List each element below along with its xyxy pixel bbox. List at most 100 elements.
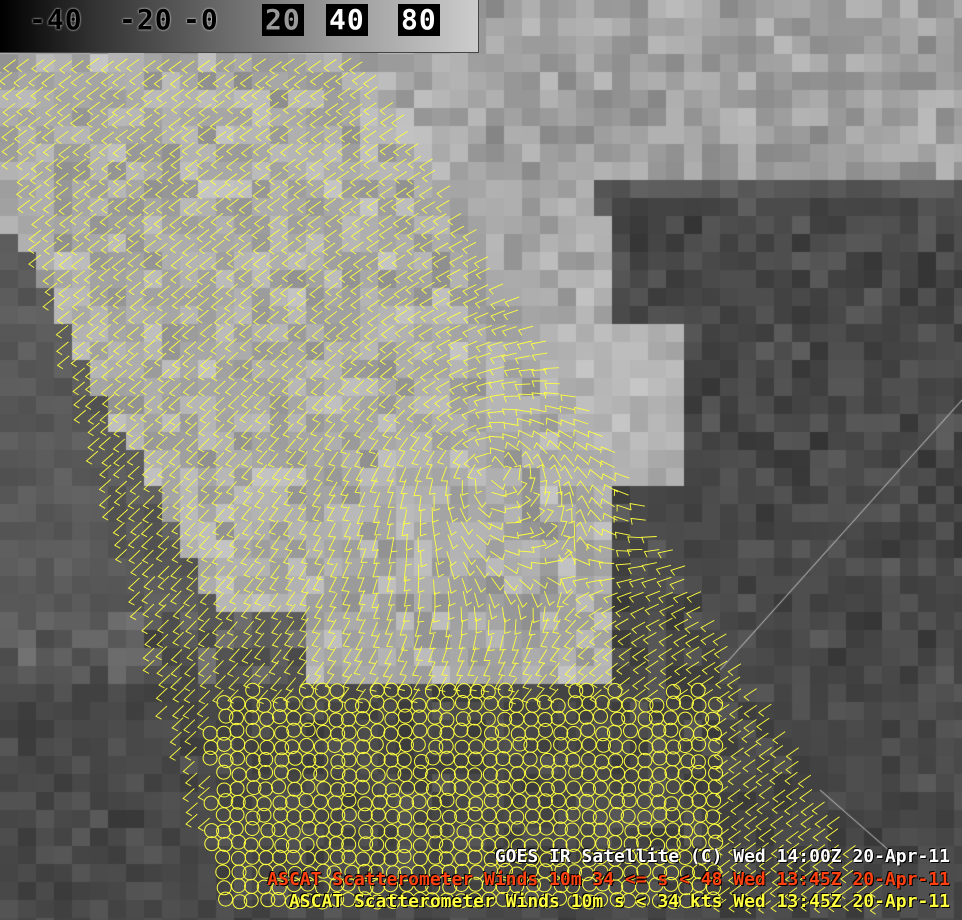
calm-circle-icon <box>383 682 399 698</box>
calm-circle-icon <box>580 822 596 838</box>
calm-circle-icon <box>231 834 246 850</box>
calm-circle-icon <box>564 709 580 725</box>
calm-circle-icon <box>610 766 626 781</box>
calm-circle-icon <box>481 807 497 823</box>
calm-circle-icon <box>386 740 402 756</box>
calm-circle-icon <box>384 711 400 727</box>
calm-circle-icon <box>482 766 498 782</box>
calm-circle-icon <box>244 710 260 725</box>
calm-circle-icon <box>680 780 696 796</box>
calm-circle-icon <box>386 793 402 809</box>
calm-circle-icon <box>370 807 386 823</box>
calm-circle-icon <box>397 767 413 783</box>
calm-circle-icon <box>412 851 428 867</box>
calm-circle-icon <box>411 794 427 810</box>
calm-circle-icon <box>396 849 412 864</box>
calm-circle-icon <box>412 723 428 738</box>
calm-circle-icon <box>298 793 314 808</box>
calm-circle-icon <box>329 683 345 699</box>
calm-circle-icon <box>314 808 330 824</box>
calm-circle-icon <box>413 810 428 826</box>
calm-circle-icon <box>691 736 707 752</box>
colorbar-label-80: 80 <box>398 4 440 36</box>
calm-circle-icon <box>581 766 597 781</box>
calm-circle-icon <box>467 767 483 783</box>
calm-circle-icon <box>454 739 470 755</box>
calm-circle-icon <box>355 851 371 867</box>
calm-circle-icon <box>439 725 455 741</box>
calm-circle-icon <box>355 767 371 783</box>
calm-circle-icon <box>341 837 357 852</box>
calm-circle-icon <box>638 726 653 742</box>
calm-circle-icon <box>480 711 496 727</box>
calm-circle-icon <box>553 752 568 768</box>
calm-circle-icon <box>665 807 681 823</box>
calm-circle-icon <box>243 739 259 754</box>
calm-circle-icon <box>608 821 624 837</box>
calm-circle-icon <box>708 779 723 795</box>
calm-circle-icon <box>482 752 498 768</box>
calm-circle-icon <box>638 740 654 756</box>
calm-circle-icon <box>439 712 455 728</box>
calm-circle-icon <box>579 682 595 698</box>
calm-circle-icon <box>497 682 513 698</box>
calm-circle-icon <box>313 794 328 810</box>
calm-circle-icon <box>301 695 317 711</box>
calm-circle-icon <box>593 708 608 724</box>
calm-circle-icon <box>662 710 678 726</box>
calm-circle-icon <box>412 838 428 853</box>
calm-circle-icon <box>705 711 721 727</box>
calm-circle-icon <box>286 768 302 784</box>
calm-circle-icon <box>203 795 219 811</box>
calm-circle-icon <box>370 752 386 768</box>
calm-circle-icon <box>299 737 315 753</box>
calm-circle-icon <box>258 850 274 866</box>
calm-circle-icon <box>216 736 232 752</box>
calm-circle-icon <box>244 821 260 836</box>
calm-circle-icon <box>300 851 316 867</box>
satellite-caption: GOES IR Satellite (C) Wed 14:00Z 20-Apr-… <box>494 846 950 867</box>
calm-circle-icon <box>287 781 303 797</box>
wind-barb-icon <box>0 57 883 915</box>
calm-circle-icon <box>259 725 275 741</box>
calm-circle-icon <box>651 821 666 837</box>
calm-circle-icon <box>455 794 471 810</box>
calm-circle-icon <box>383 726 399 742</box>
calm-circle-icon <box>243 837 259 853</box>
calm-circle-icon <box>357 807 373 823</box>
calm-circle-icon <box>371 782 387 798</box>
calm-circle-icon <box>258 836 274 852</box>
calm-circle-icon <box>664 765 680 781</box>
calm-circle-icon <box>425 767 440 783</box>
calm-circle-icon <box>550 698 566 714</box>
calm-circle-icon <box>439 696 455 712</box>
calm-circle-icon <box>524 725 540 741</box>
calm-circle-icon <box>313 766 329 782</box>
calm-circle-icon <box>258 765 274 780</box>
calm-circle-icon <box>330 782 345 798</box>
calm-circle-icon <box>354 779 370 795</box>
calm-circle-icon <box>271 822 287 837</box>
calm-circle-icon <box>581 737 597 752</box>
calm-circle-icon <box>522 751 538 767</box>
calm-circle-icon <box>466 723 482 739</box>
calm-circle-icon <box>524 765 540 781</box>
calm-circle-icon <box>607 683 623 698</box>
calm-circle-icon <box>425 684 440 700</box>
calm-circle-icon <box>648 710 664 726</box>
calm-circle-icon <box>690 682 706 698</box>
calm-circle-icon <box>665 822 681 838</box>
calm-circle-icon <box>652 767 667 782</box>
calm-circle-icon <box>313 739 329 755</box>
calm-circle-icon <box>300 722 316 738</box>
calm-circle-icon <box>508 752 524 768</box>
calm-circle-icon <box>538 723 553 738</box>
calm-circle-icon <box>678 695 694 710</box>
calm-circle-icon <box>383 851 399 867</box>
calm-circle-icon <box>245 722 261 738</box>
calm-circle-icon <box>368 709 384 724</box>
calm-circle-icon <box>399 795 415 811</box>
colorbar-label-zero: -0 <box>183 3 219 36</box>
calm-circle-icon <box>624 768 639 784</box>
colorbar-label-20: 20 <box>262 4 304 36</box>
